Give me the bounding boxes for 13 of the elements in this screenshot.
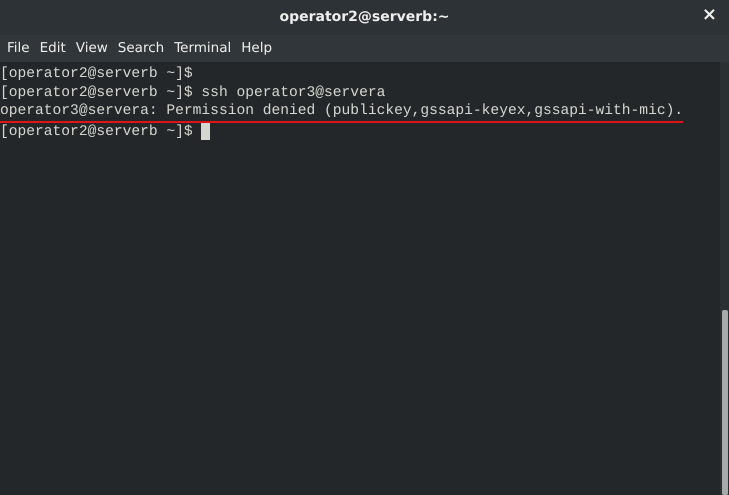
menu-item[interactable]: File	[2, 38, 35, 59]
terminal-line: [operator2@serverb ~]$	[0, 65, 193, 84]
terminal-line: operator3@servera: Permission denied (publickey,gssapi-keyex,gssapi-with-mic).	[0, 102, 684, 122]
terminal-line: [operator2@serverb ~]$ ssh operator3@servera	[0, 84, 386, 102]
terminal-line: [operator2@serverb ~]$	[0, 122, 194, 141]
menu-item[interactable]: Terminal	[169, 38, 236, 59]
close-button[interactable]: ×	[698, 6, 721, 24]
menu-item[interactable]: Edit	[34, 38, 71, 59]
window-title: operator2@serverb:~	[279, 8, 450, 27]
scrollbar-thumb[interactable]	[722, 310, 728, 495]
menu-item[interactable]: View	[70, 38, 113, 59]
menu-item[interactable]: Search	[112, 38, 170, 59]
menu-item[interactable]: Help	[236, 38, 278, 59]
